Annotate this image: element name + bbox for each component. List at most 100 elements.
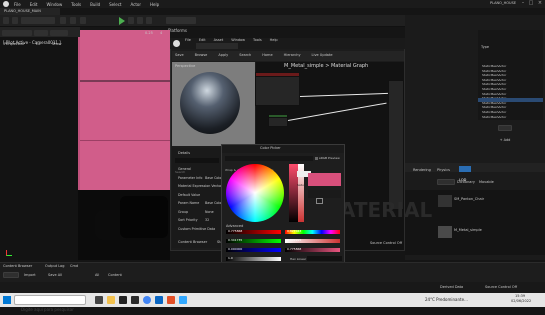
asset-material-name[interactable]: M_Metal_simple [454,228,482,233]
show-button[interactable]: Show [50,30,68,46]
outliner-row[interactable]: StaticMeshActor [478,70,543,86]
menu-tools[interactable]: Tools [71,2,81,7]
eyedropper-icon[interactable] [316,198,323,204]
menu-help[interactable]: Help [150,2,159,7]
camera-scale[interactable]: 0.25 [145,31,153,36]
color-channel-slider[interactable] [226,257,281,261]
tab-rendering[interactable]: Rendering [413,168,431,173]
tab-lod[interactable]: LOD [459,166,471,182]
pause-icon[interactable] [128,17,134,24]
menu-select[interactable]: Select [109,2,121,7]
mobility-stationary[interactable]: Dictionary [457,180,475,185]
save-icon[interactable] [3,17,9,24]
menu-file[interactable]: File [14,2,21,7]
stop-icon[interactable] [137,17,143,24]
play-icon[interactable] [119,17,125,25]
source-control-status[interactable]: Source Control Off [485,285,517,290]
task-view-icon[interactable] [95,296,103,304]
derived-data[interactable]: Derived Data [440,285,463,290]
menu-window[interactable]: Window [46,2,62,7]
cb-all-path[interactable]: All [95,273,99,278]
me-save-button[interactable]: Save [175,53,184,58]
mobility-movable[interactable]: Movable [479,180,494,185]
color-theme-dropdown[interactable]: Wrap & drop colors here to save [225,156,313,172]
close-icon[interactable]: × [537,1,543,6]
srgb-checkbox[interactable] [315,157,318,160]
content-browser-tab[interactable]: Content Browser [178,240,207,245]
graph-output-node[interactable] [388,80,404,210]
hex-linear-input[interactable]: EA1D5CFF [307,256,342,272]
me-apply-button[interactable]: Apply [218,53,228,58]
mobility-static[interactable]: Static [437,179,455,196]
asset-chair-name[interactable]: SM_Panton_Chair [454,197,484,202]
outliner-row[interactable]: StaticMeshActor [478,52,543,68]
minimize-icon[interactable]: – [520,1,526,6]
cinematics-icon[interactable] [80,17,86,24]
outliner-row[interactable]: StaticMeshActor [478,103,543,119]
cb-import-button[interactable]: Import [24,273,36,278]
outliner-row[interactable]: StaticMeshActor [478,93,543,109]
app-icon-2[interactable] [167,296,175,304]
menu-actor[interactable]: Actor [130,2,141,7]
add-component-button[interactable]: + Add [498,125,512,142]
unreal-editor-icon[interactable] [131,296,139,304]
tab-physics[interactable]: Physics [437,168,450,173]
details-value[interactable]: 32 [205,218,209,223]
launch-icon[interactable] [146,17,152,24]
color-wheel[interactable] [226,164,284,222]
taskbar-search-input[interactable]: Digite aqui para pesquisar [14,295,86,312]
me-home-button[interactable]: Home [262,53,272,58]
windows-start-icon[interactable] [3,296,11,304]
chair-thumbnail[interactable] [438,195,452,207]
menu-build[interactable]: Build [90,2,100,7]
perspective-button[interactable]: Perspective [2,30,32,46]
file-explorer-icon[interactable] [107,296,115,304]
cb-save-all-button[interactable]: Save All [48,273,62,278]
photoshop-icon[interactable] [179,296,187,304]
graph-node-texture[interactable] [255,72,300,106]
me-browse-button[interactable]: Browse [195,53,208,58]
me-hierarchy-button[interactable]: Hierarchy [284,53,301,58]
epic-launcher-icon[interactable] [119,296,127,304]
material-tab[interactable]: M_Metal_simple [196,43,238,59]
outliner-row[interactable]: StaticMeshActor [478,84,543,100]
preview-perspective-label[interactable]: Perspective [175,64,195,69]
details-value[interactable]: None [205,210,214,215]
details-search-input[interactable]: Search [175,158,219,174]
cb-add-button[interactable]: + Add [3,272,19,289]
maximize-icon[interactable]: □ [528,1,534,6]
outliner-row[interactable]: StaticMeshActor [478,75,543,91]
taskbar-search-placeholder: Digite aqui para pesquisar [21,307,74,312]
outliner-row[interactable]: StaticMeshActor [478,66,543,82]
material-thumbnail[interactable] [438,226,452,238]
outliner-row[interactable]: StaticMeshActor [478,57,543,73]
camera-speed[interactable]: 4 [160,31,162,36]
weather-widget[interactable]: 24°C Predominante... [425,297,468,302]
outliner-row[interactable]: StaticMeshActor [478,61,543,77]
level-tab[interactable]: PLANO_HOUSE_MAIN [0,8,60,15]
details-tab[interactable]: Details [178,151,190,156]
me-menu-tools[interactable]: Tools [253,38,262,43]
me-live-update-button[interactable]: Live Update [312,53,333,58]
platforms-button[interactable]: Platforms [166,17,196,33]
me-source-control[interactable]: Source Control Off [370,241,402,246]
outliner-row[interactable]: StaticMeshActor [478,89,543,105]
add-actor-icon[interactable] [60,17,66,24]
app-icon-1[interactable] [155,296,163,304]
me-search-button[interactable]: Search [239,53,251,58]
cmd-tab[interactable]: Cmd [70,264,78,269]
content-browser-title[interactable]: Content Browser [3,264,32,269]
mode-icon[interactable] [12,17,18,24]
select-mode-dropdown[interactable]: Select Mode [21,17,55,33]
outliner-row[interactable]: StaticMeshActor [478,98,543,114]
cb-content-path[interactable]: Content [108,273,122,278]
me-menu-help[interactable]: Help [270,38,278,43]
output-log-tab[interactable]: Output Log [45,264,65,269]
outliner-row[interactable]: StaticMeshActor [478,80,543,96]
lit-button[interactable]: Lit [34,30,48,46]
menu-edit[interactable]: Edit [30,2,38,7]
me-menu-file[interactable]: File [185,38,191,43]
chrome-icon[interactable] [143,296,151,304]
clock-date[interactable]: 02/06/2022 [511,299,531,304]
blueprint-icon[interactable] [70,17,76,24]
